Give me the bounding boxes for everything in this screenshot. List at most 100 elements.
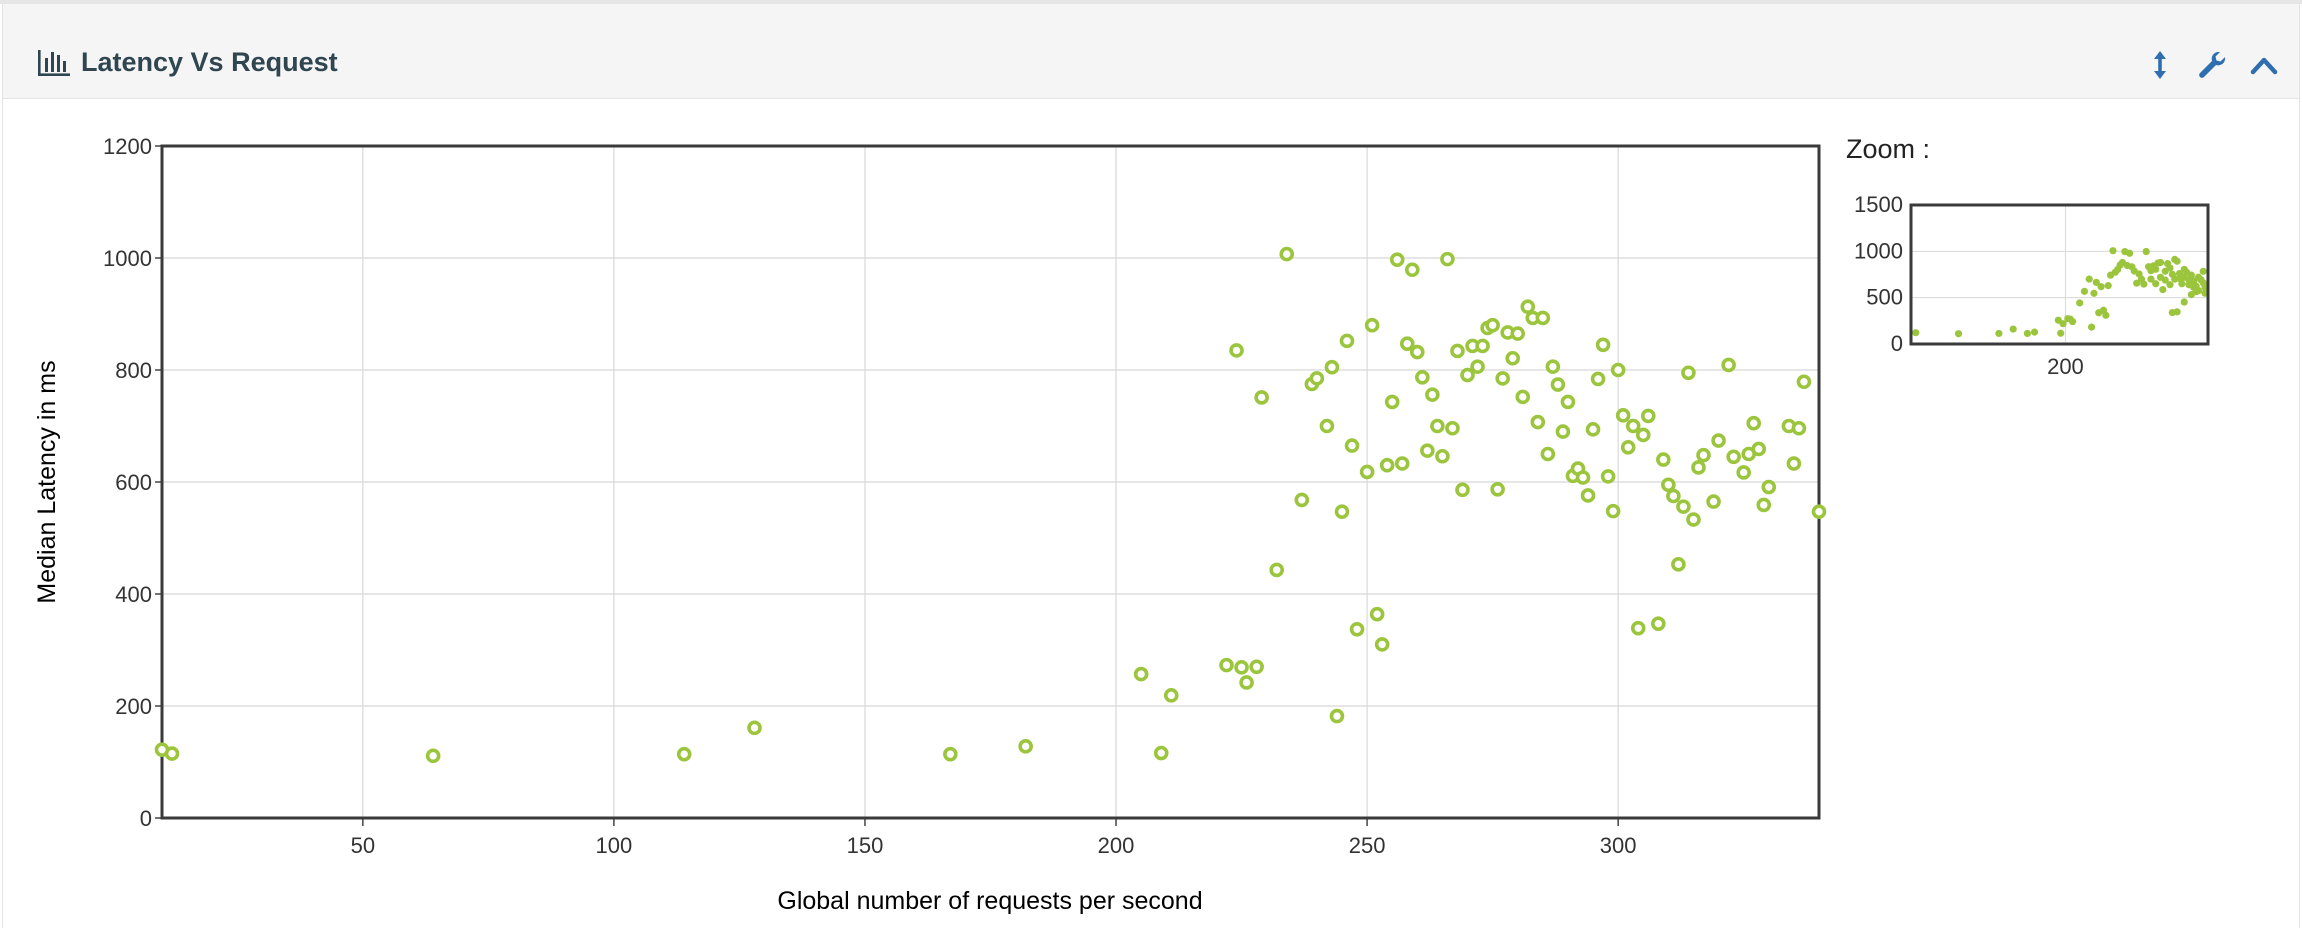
data-point[interactable] [1555, 424, 1571, 439]
data-point[interactable] [1530, 414, 1546, 430]
data-point[interactable] [1219, 657, 1234, 673]
data-point[interactable] [1485, 317, 1500, 333]
data-point[interactable] [1761, 479, 1777, 495]
data-point[interactable] [1640, 408, 1656, 424]
data-point[interactable] [1600, 469, 1616, 484]
data-point[interactable] [1811, 504, 1827, 519]
data-point[interactable] [1520, 299, 1536, 315]
data-point[interactable] [1153, 745, 1169, 761]
data-point[interactable] [1404, 262, 1420, 278]
data-point[interactable] [1630, 620, 1646, 636]
data-point[interactable] [425, 748, 441, 764]
data-point[interactable] [1661, 477, 1676, 493]
data-point[interactable] [1279, 246, 1295, 262]
data-point[interactable] [1349, 621, 1365, 637]
data-point[interactable] [1560, 394, 1576, 410]
data-point[interactable] [1329, 708, 1345, 724]
data-point[interactable] [1786, 456, 1802, 471]
data-point[interactable] [1721, 357, 1736, 373]
data-point[interactable] [1635, 427, 1651, 443]
data-point[interactable] [1269, 562, 1285, 578]
data-point[interactable] [1018, 739, 1033, 754]
data-point[interactable] [1590, 371, 1606, 387]
data-point[interactable] [1535, 310, 1551, 326]
data-point[interactable] [1681, 365, 1696, 381]
data-point[interactable] [1575, 470, 1591, 485]
data-point[interactable] [1490, 481, 1505, 497]
data-point[interactable] [1475, 338, 1490, 354]
data-point[interactable] [1445, 420, 1460, 436]
data-point[interactable] [1133, 666, 1149, 682]
data-point[interactable] [1666, 488, 1681, 504]
data-point[interactable] [1435, 448, 1450, 464]
data-point[interactable] [1364, 317, 1380, 333]
data-point[interactable] [1309, 371, 1325, 386]
data-point[interactable] [1254, 390, 1269, 405]
data-point[interactable] [1294, 492, 1310, 508]
data-point[interactable] [1234, 660, 1249, 675]
data-point[interactable] [1440, 251, 1455, 267]
data-point[interactable] [747, 720, 762, 736]
data-point[interactable] [1229, 343, 1244, 358]
data-point[interactable] [1505, 350, 1521, 366]
data-point[interactable] [1394, 456, 1410, 471]
data-point[interactable] [1540, 446, 1556, 462]
data-point[interactable] [1610, 362, 1626, 378]
data-point[interactable] [1726, 449, 1741, 465]
data-point[interactable] [1249, 659, 1264, 675]
data-point[interactable] [1374, 637, 1390, 652]
data-point[interactable] [1696, 447, 1711, 463]
data-point[interactable] [1686, 512, 1701, 527]
data-point[interactable] [1550, 377, 1566, 392]
data-point[interactable] [1746, 415, 1762, 431]
data-point[interactable] [1495, 371, 1510, 386]
data-point[interactable] [943, 746, 958, 762]
data-point[interactable] [1450, 343, 1465, 359]
data-point[interactable] [1319, 418, 1335, 434]
data-point[interactable] [1425, 387, 1440, 402]
data-point[interactable] [1515, 389, 1531, 405]
data-point[interactable] [1585, 422, 1601, 437]
data-point[interactable] [1163, 688, 1179, 703]
data-point[interactable] [1651, 616, 1666, 631]
data-point[interactable] [1430, 418, 1445, 434]
data-point[interactable] [1736, 465, 1751, 480]
data-point[interactable] [1691, 460, 1706, 475]
data-point[interactable] [1625, 418, 1641, 434]
data-point[interactable] [1656, 452, 1671, 467]
data-point[interactable] [1676, 499, 1691, 514]
data-point[interactable] [1580, 488, 1596, 503]
data-point[interactable] [676, 746, 692, 762]
data-point[interactable] [1605, 503, 1621, 519]
data-point[interactable] [1415, 369, 1430, 385]
data-point[interactable] [1595, 337, 1611, 353]
data-point[interactable] [1671, 557, 1686, 572]
data-point[interactable] [1756, 497, 1772, 513]
data-point[interactable] [1389, 252, 1405, 267]
data-point[interactable] [1706, 494, 1721, 509]
data-point[interactable] [1420, 443, 1435, 458]
data-point[interactable] [1410, 344, 1425, 360]
data-point[interactable] [1344, 438, 1360, 453]
data-point[interactable] [1384, 394, 1400, 410]
data-point[interactable] [1239, 675, 1254, 690]
data-point[interactable] [1796, 374, 1812, 390]
data-point[interactable] [1751, 441, 1767, 457]
data-point[interactable] [1455, 482, 1470, 498]
data-point[interactable] [1369, 606, 1385, 622]
data-point[interactable] [1339, 333, 1355, 349]
data-point[interactable] [1470, 359, 1485, 374]
data-point[interactable] [1711, 433, 1726, 448]
data-point[interactable] [164, 746, 180, 761]
data-point[interactable] [1324, 359, 1340, 375]
data-point[interactable] [1545, 359, 1561, 374]
data-point[interactable] [1615, 408, 1631, 423]
data-point[interactable] [1791, 420, 1807, 436]
data-point[interactable] [1620, 439, 1636, 455]
data-point[interactable] [1379, 457, 1395, 473]
data-point[interactable] [1359, 464, 1375, 480]
data-point[interactable] [1334, 504, 1350, 519]
data-point[interactable] [1460, 367, 1475, 383]
data-point[interactable] [1510, 326, 1526, 341]
data-point[interactable] [1399, 336, 1415, 351]
